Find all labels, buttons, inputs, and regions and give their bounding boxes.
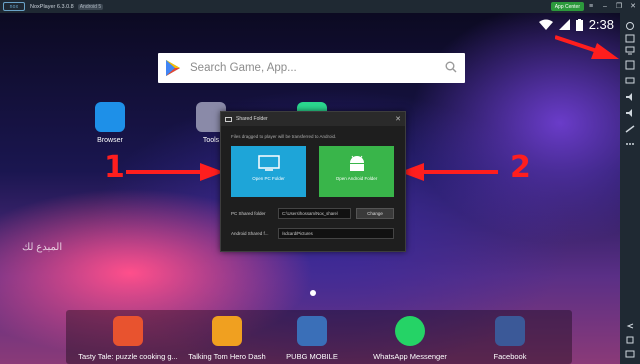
monitor-icon <box>225 116 232 122</box>
status-bar: 2:38 <box>538 17 614 32</box>
back-icon[interactable] <box>625 321 635 331</box>
search-icon[interactable] <box>445 61 457 73</box>
page-indicator <box>310 290 316 296</box>
recent-apps-icon[interactable] <box>625 349 635 359</box>
screenshot-icon[interactable] <box>625 124 635 134</box>
annotation-number-2: 2 <box>510 150 531 185</box>
maximize-icon[interactable]: ❐ <box>612 0 626 13</box>
open-pc-folder-button[interactable]: Open PC Folder <box>231 146 306 197</box>
browser-icon <box>95 102 125 132</box>
dock-app-tasty-tale[interactable]: Tasty Tale: puzzle cooking g... <box>78 316 178 361</box>
pc-shared-folder-label: PC Shared folder <box>231 211 266 216</box>
whatsapp-icon <box>395 316 425 346</box>
app-label: PUBG MOBILE <box>286 352 338 361</box>
more-icon[interactable] <box>625 139 635 149</box>
app-label: WhatsApp Messenger <box>373 352 447 361</box>
title-bar: nox NoxPlayer 6.3.0.8 Android 5 App Cent… <box>0 0 640 13</box>
annotation-arrow-1 <box>126 163 224 181</box>
dialog-close-icon[interactable]: ✕ <box>395 115 401 123</box>
dock-app-pubg[interactable]: PUBG MOBILE <box>262 316 362 361</box>
open-android-folder-button[interactable]: Open Android Folder <box>319 146 394 197</box>
app-name: NoxPlayer 6.3.0.8 <box>30 3 74 10</box>
app-label: Facebook <box>493 352 527 361</box>
search-placeholder: Search Game, App... <box>190 62 297 74</box>
browser-app[interactable]: Browser <box>90 102 130 144</box>
calendar-icon[interactable] <box>625 33 635 43</box>
apk-install-icon[interactable] <box>625 60 635 70</box>
minimize-icon[interactable]: – <box>598 0 612 13</box>
dialog-title-bar: Shared Folder ✕ <box>221 112 405 126</box>
play-store-icon <box>166 60 180 76</box>
home-icon[interactable] <box>625 335 635 345</box>
keyboard-icon[interactable] <box>625 75 635 85</box>
talking-tom-icon <box>212 316 242 346</box>
nox-logo: nox <box>3 2 25 11</box>
shared-folder-icon[interactable] <box>625 45 635 55</box>
wifi-icon <box>538 19 553 30</box>
annotation-arrow-top <box>555 35 619 59</box>
app-label: Tasty Tale: puzzle cooking g... <box>78 352 178 361</box>
monitor-icon <box>257 155 280 171</box>
annotation-arrow-2 <box>400 163 498 181</box>
facebook-icon <box>495 316 525 346</box>
shared-folder-dialog: Shared Folder ✕ Files dragged to player … <box>220 111 406 252</box>
dialog-description: Files dragged to player will be transfer… <box>231 134 337 139</box>
clock: 2:38 <box>588 17 614 32</box>
right-toolbar <box>620 13 640 364</box>
watermark: المبدع لك <box>22 242 63 253</box>
dock-app-whatsapp[interactable]: WhatsApp Messenger <box>360 316 460 361</box>
menu-icon[interactable]: ≡ <box>584 0 598 13</box>
android-icon <box>349 155 364 171</box>
open-pc-folder-label: Open PC Folder <box>252 176 285 181</box>
open-android-folder-label: Open Android Folder <box>335 176 378 181</box>
annotation-number-1: 1 <box>104 150 125 185</box>
settings-icon[interactable] <box>625 21 635 31</box>
volume-down-icon[interactable] <box>625 92 635 102</box>
tasty-tale-icon <box>113 316 143 346</box>
android-shared-folder-label: Android Shared f... <box>231 231 269 236</box>
android-version-badge: Android 5 <box>77 3 104 10</box>
dock-app-facebook[interactable]: Facebook <box>460 316 560 361</box>
pc-shared-folder-field[interactable]: C:\Users\hossam\Nox_share\ <box>278 208 351 219</box>
dialog-title: Shared Folder <box>236 116 268 122</box>
close-icon[interactable]: ✕ <box>626 0 640 13</box>
app-label: Browser <box>97 137 123 144</box>
change-button[interactable]: Change <box>356 208 394 219</box>
app-center-button[interactable]: App Center <box>550 2 584 11</box>
battery-icon <box>575 18 583 31</box>
search-bar[interactable]: Search Game, App... <box>158 53 465 83</box>
android-shared-folder-field[interactable]: /sdcard/Pictures <box>278 228 394 239</box>
pubg-icon <box>297 316 327 346</box>
app-center-label: App Center <box>554 3 580 10</box>
signal-icon <box>558 19 570 30</box>
volume-up-icon[interactable] <box>625 108 635 118</box>
